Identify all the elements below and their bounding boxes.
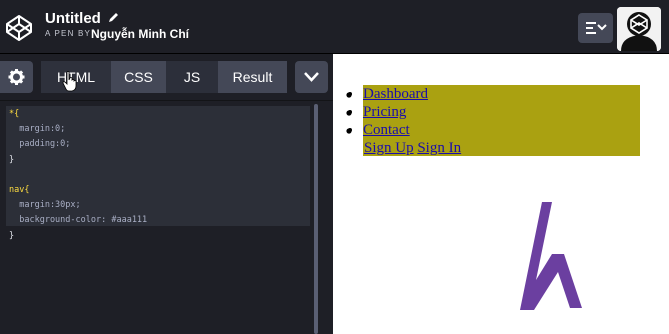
tab-result[interactable]: Result xyxy=(218,61,287,93)
layout-toggle-icon xyxy=(586,22,607,34)
bullet xyxy=(346,110,352,116)
pencil-icon[interactable] xyxy=(108,11,120,23)
nav-item: Contact xyxy=(363,121,428,139)
code-line: nav{ xyxy=(9,185,30,196)
code-line: } xyxy=(9,230,15,241)
code-line: padding:0; xyxy=(9,139,71,150)
gear-icon xyxy=(8,69,25,85)
preview-auth-links: Sign Up Sign In xyxy=(364,139,461,157)
bullet xyxy=(346,128,352,134)
tab-divider xyxy=(0,100,333,101)
bullet xyxy=(346,92,352,98)
collapse-editor-button[interactable] xyxy=(295,61,328,93)
tab-js[interactable]: JS xyxy=(166,61,218,93)
code-line: *{ xyxy=(9,109,20,119)
nav-link-pricing[interactable]: Pricing xyxy=(363,104,406,120)
nav-link-sign-in[interactable]: Sign In xyxy=(417,140,461,156)
editor-scrollbar[interactable] xyxy=(314,104,318,334)
settings-button[interactable] xyxy=(0,61,33,93)
code-line: background-color: #aaa111 xyxy=(9,215,148,226)
code-line: margin:30px; xyxy=(9,200,81,211)
layout-toggle-button[interactable] xyxy=(578,13,613,43)
avatar[interactable] xyxy=(617,7,661,51)
preview-nav-list: Dashboard Pricing Contact xyxy=(363,85,428,139)
code-line: margin:0; xyxy=(9,124,66,135)
author-name[interactable]: Nguyễn Minh Chí xyxy=(91,27,189,41)
pen-byline: A PEN BY xyxy=(45,29,92,38)
chevron-down-icon xyxy=(304,72,319,82)
nav-item: Pricing xyxy=(363,103,428,121)
h-logo-icon xyxy=(515,198,587,314)
nav-link-sign-up[interactable]: Sign Up xyxy=(364,140,414,156)
nav-link-dashboard[interactable]: Dashboard xyxy=(363,86,428,102)
app-header: Untitled A PEN BY Nguyễn Minh Chí xyxy=(0,0,669,54)
avatar-icon xyxy=(617,7,661,51)
nav-item: Dashboard xyxy=(363,85,428,103)
codepen-logo-icon[interactable] xyxy=(5,14,33,42)
css-code[interactable]: *{ margin:0; padding:0; } nav{ margin:30… xyxy=(9,107,147,244)
code-line: } xyxy=(9,154,15,165)
bullets xyxy=(346,92,352,134)
tab-css[interactable]: CSS xyxy=(111,61,166,93)
pen-title[interactable]: Untitled xyxy=(45,10,101,27)
nav-link-contact[interactable]: Contact xyxy=(363,122,410,138)
cursor-icon xyxy=(62,71,77,92)
